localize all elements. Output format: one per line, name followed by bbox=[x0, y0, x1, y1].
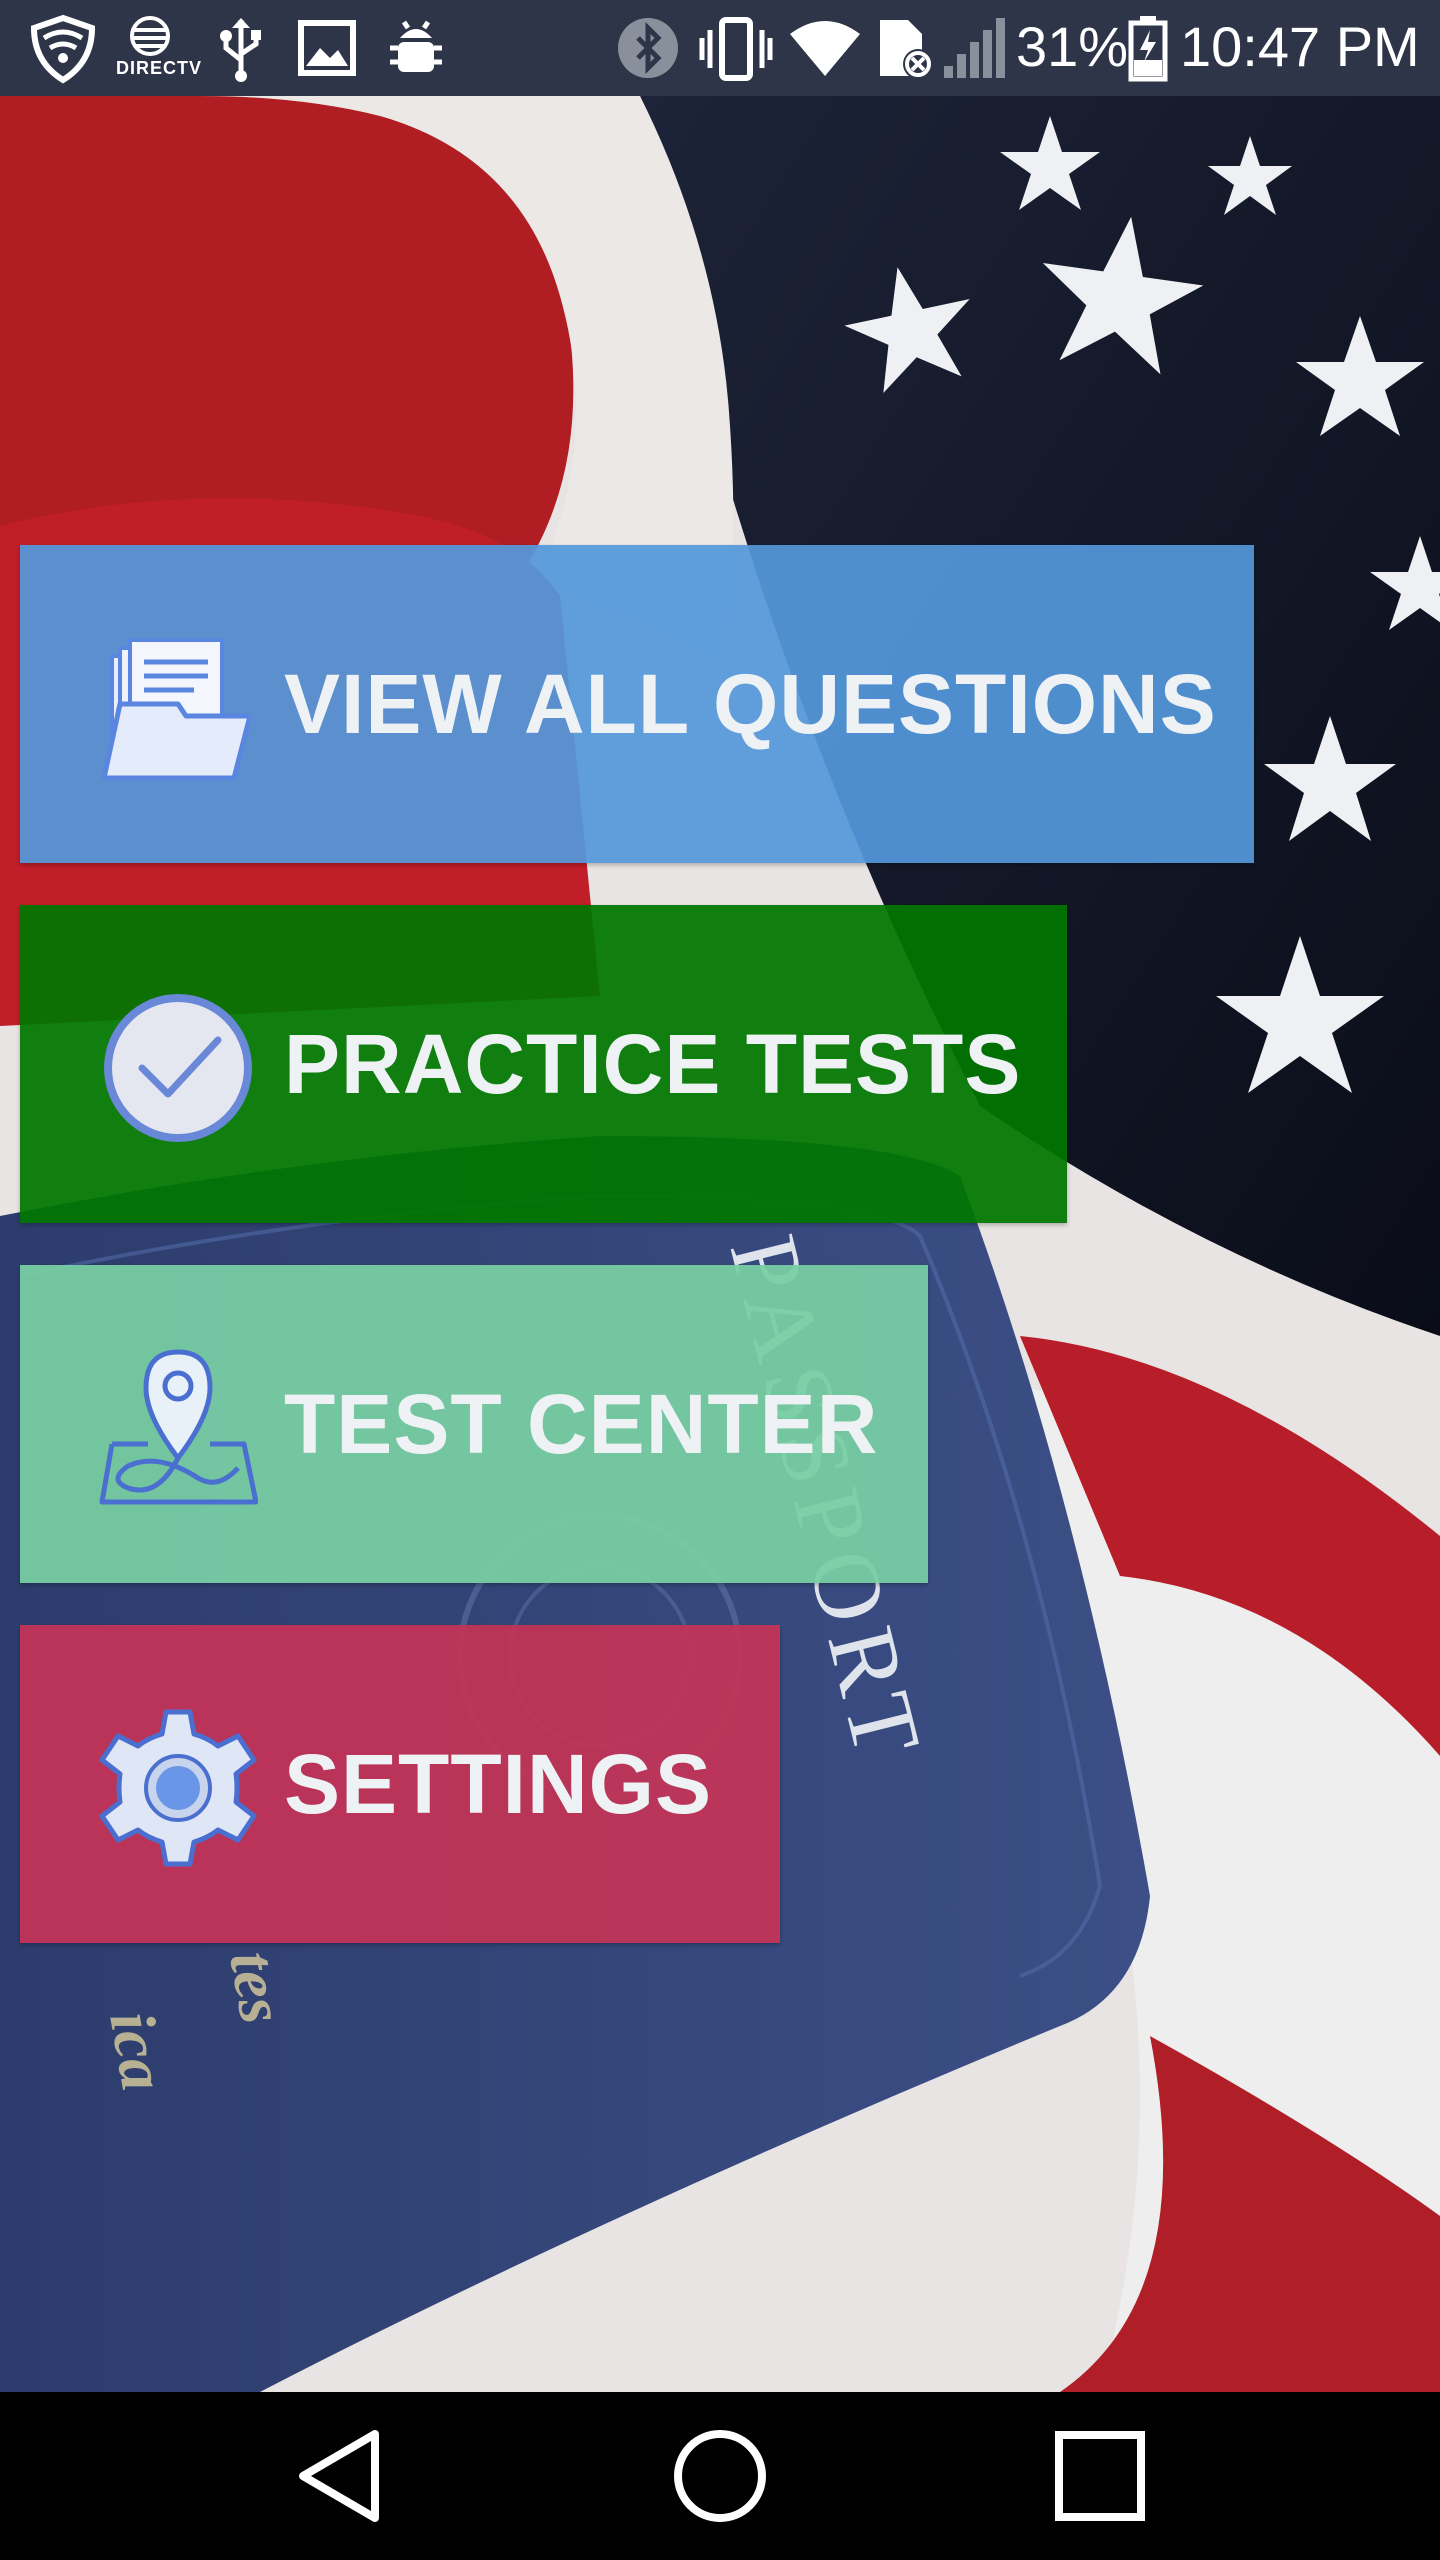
directv-icon bbox=[130, 16, 170, 56]
practice-tests-label: PRACTICE TESTS bbox=[284, 1017, 1022, 1111]
practice-tests-button[interactable]: PRACTICE TESTS bbox=[20, 905, 1067, 1223]
sim-error-icon bbox=[880, 20, 933, 79]
map-pin-icon bbox=[99, 1349, 258, 1505]
security-shield-icon bbox=[30, 14, 96, 84]
gear-icon bbox=[99, 1709, 257, 1867]
recents-icon bbox=[1055, 2431, 1145, 2521]
settings-button[interactable]: SETTINGS bbox=[20, 1625, 780, 1943]
signal-icon bbox=[944, 18, 1005, 78]
battery-percent: 31% bbox=[1016, 15, 1129, 78]
vibrate-icon bbox=[699, 17, 773, 81]
wifi-icon bbox=[790, 21, 860, 76]
status-bar: DIRECTV 31% 10:47 PM bbox=[0, 0, 1440, 96]
recents-button[interactable] bbox=[1000, 2392, 1200, 2560]
battery-icon bbox=[1128, 16, 1168, 82]
documents-folder-icon bbox=[101, 638, 253, 781]
back-button[interactable] bbox=[240, 2392, 440, 2560]
view-all-questions-button[interactable]: VIEW ALL QUESTIONS bbox=[20, 545, 1254, 863]
home-icon bbox=[674, 2430, 766, 2522]
carrier-label: DIRECTV bbox=[116, 58, 203, 78]
usb-icon bbox=[220, 18, 261, 82]
background-illustration: PASSPORT ica tes bbox=[0, 96, 1440, 2392]
settings-label: SETTINGS bbox=[284, 1737, 713, 1831]
bluetooth-icon bbox=[618, 18, 678, 78]
passport-cover-text-2: tes bbox=[216, 1946, 298, 2028]
test-center-button[interactable]: TEST CENTER bbox=[20, 1265, 928, 1583]
clock: 10:47 PM bbox=[1180, 15, 1420, 78]
navigation-bar bbox=[0, 2392, 1440, 2560]
back-icon bbox=[299, 2430, 379, 2522]
image-icon bbox=[298, 20, 356, 76]
checkmark-circle-icon bbox=[104, 994, 252, 1142]
passport-cover-text-1: ica bbox=[96, 2006, 179, 2095]
home-button[interactable] bbox=[620, 2392, 820, 2560]
flag-passport-background: PASSPORT ica tes bbox=[0, 96, 1440, 2392]
test-center-label: TEST CENTER bbox=[284, 1377, 879, 1471]
view-all-questions-label: VIEW ALL QUESTIONS bbox=[284, 657, 1217, 751]
android-debug-icon bbox=[390, 20, 442, 72]
